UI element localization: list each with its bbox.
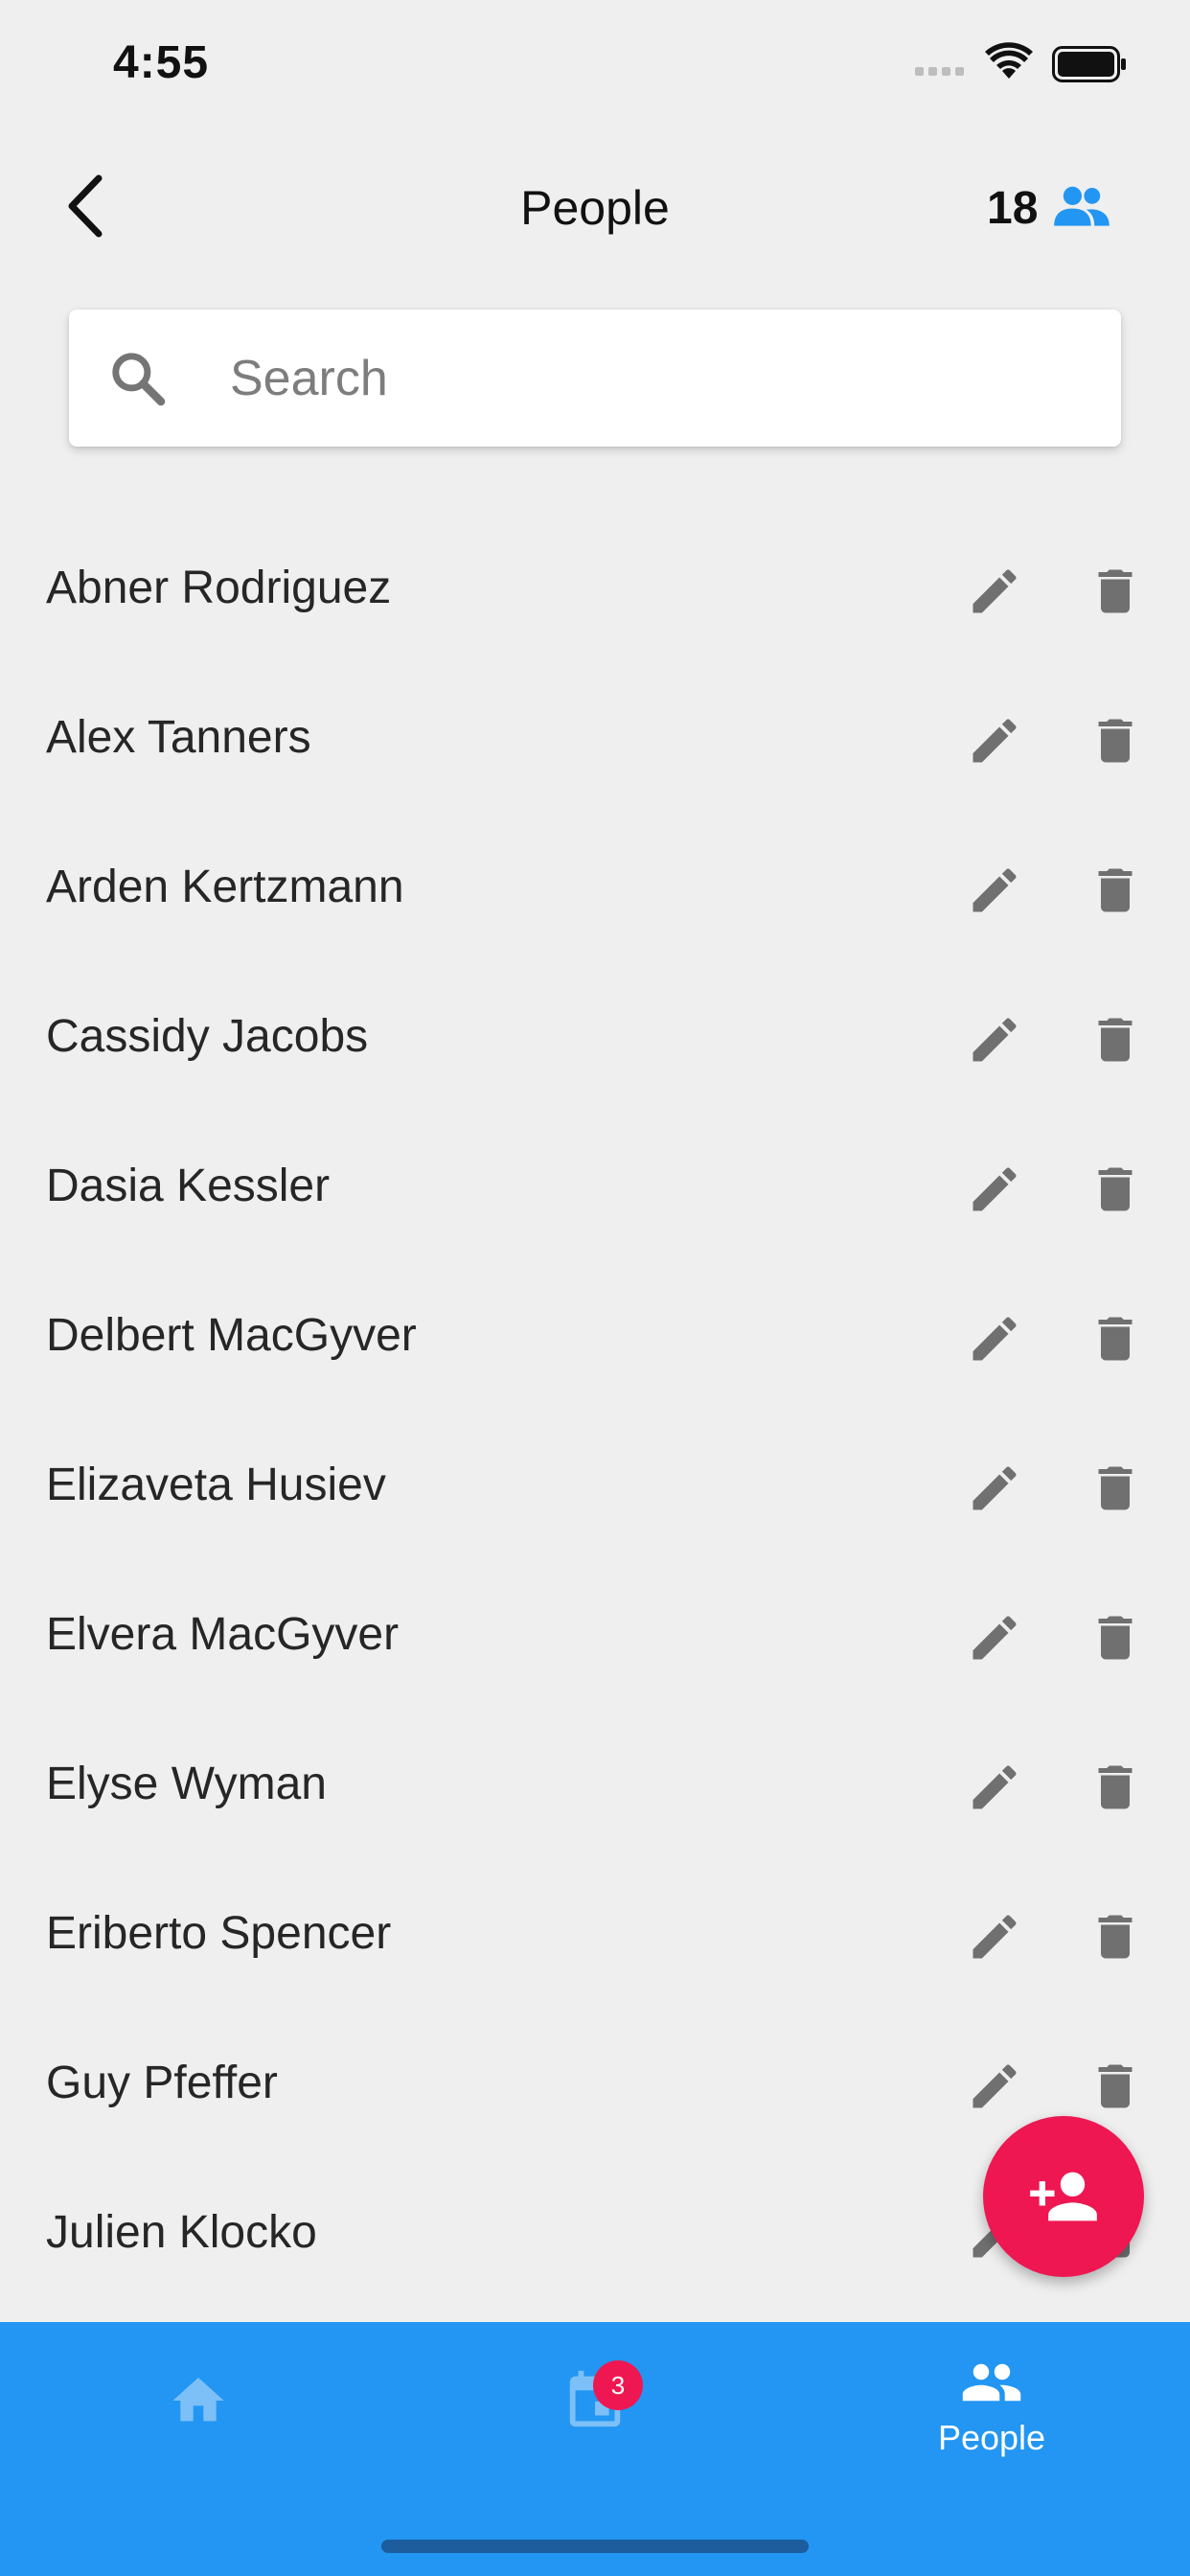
edit-button[interactable] <box>958 1452 1031 1525</box>
cellular-signal-icon <box>915 67 964 76</box>
pencil-icon <box>973 1167 1017 1211</box>
trash-icon <box>1098 1616 1133 1660</box>
person-name: Elizaveta Husiev <box>46 1460 386 1510</box>
pencil-icon <box>973 1466 1017 1510</box>
edit-button[interactable] <box>958 1003 1031 1076</box>
delete-button[interactable] <box>1079 1751 1152 1824</box>
nav-label-people: People <box>937 2418 1046 2457</box>
person-name: Cassidy Jacobs <box>46 1011 369 1062</box>
trash-icon <box>1098 1466 1133 1510</box>
delete-button[interactable] <box>1079 704 1152 777</box>
trash-icon <box>1098 1915 1133 1959</box>
edit-button[interactable] <box>958 854 1031 927</box>
nav-item-calendar[interactable]: 3 <box>397 2322 793 2495</box>
edit-button[interactable] <box>958 704 1031 777</box>
delete-button[interactable] <box>1079 1900 1152 1973</box>
person-add-icon <box>1030 2172 1097 2221</box>
trash-icon <box>1098 569 1133 613</box>
people-icon <box>962 2363 1021 2402</box>
list-item[interactable]: Dasia Kessler <box>0 1115 1190 1264</box>
list-item[interactable]: Delbert MacGyver <box>0 1264 1190 1414</box>
list-item[interactable]: Eriberto Spencer <box>0 1862 1190 2012</box>
list-item[interactable]: Elizaveta Husiev <box>0 1414 1190 1563</box>
search-bar <box>69 310 1121 447</box>
battery-icon <box>1052 46 1126 82</box>
people-count: 18 <box>987 183 1039 234</box>
trash-icon <box>1098 1317 1133 1361</box>
app-header: People 18 <box>0 153 1190 259</box>
edit-button[interactable] <box>958 2050 1031 2123</box>
wifi-icon <box>985 42 1033 79</box>
person-name: Julien Klocko <box>46 2207 317 2258</box>
nav-item-home[interactable] <box>0 2322 397 2495</box>
bottom-navigation: 3 People <box>0 2322 1190 2576</box>
pencil-icon <box>973 1915 1017 1959</box>
list-item[interactable]: Abner Rodriguez <box>0 517 1190 666</box>
pencil-icon <box>973 1765 1017 1809</box>
edit-button[interactable] <box>958 1900 1031 1973</box>
add-person-button[interactable] <box>983 2116 1144 2277</box>
home-indicator <box>381 2540 809 2553</box>
edit-button[interactable] <box>958 1601 1031 1674</box>
trash-icon <box>1098 1167 1133 1211</box>
pencil-icon <box>973 719 1017 763</box>
delete-button[interactable] <box>1079 1302 1152 1375</box>
delete-button[interactable] <box>1079 1601 1152 1674</box>
search-input[interactable] <box>230 336 1073 421</box>
people-list: Abner Rodriguez Alex Tanners Arden Kertz… <box>0 517 1190 2311</box>
delete-button[interactable] <box>1079 1003 1152 1076</box>
person-name: Eriberto Spencer <box>46 1908 392 1959</box>
pencil-icon <box>973 2064 1017 2108</box>
people-icon <box>1054 186 1110 226</box>
list-item[interactable]: Elyse Wyman <box>0 1713 1190 1862</box>
list-item[interactable]: Arden Kertzmann <box>0 816 1190 965</box>
trash-icon <box>1098 719 1133 763</box>
delete-button[interactable] <box>1079 2050 1152 2123</box>
list-item[interactable]: Cassidy Jacobs <box>0 965 1190 1115</box>
person-name: Alex Tanners <box>46 712 311 763</box>
edit-button[interactable] <box>958 555 1031 628</box>
person-name: Delbert MacGyver <box>46 1310 417 1361</box>
edit-button[interactable] <box>958 1153 1031 1226</box>
edit-button[interactable] <box>958 1302 1031 1375</box>
pencil-icon <box>973 1018 1017 1062</box>
delete-button[interactable] <box>1079 854 1152 927</box>
pencil-icon <box>973 1616 1017 1660</box>
person-name: Guy Pfeffer <box>46 2058 278 2108</box>
list-item[interactable]: Alex Tanners <box>0 666 1190 816</box>
pencil-icon <box>973 1317 1017 1361</box>
trash-icon <box>1098 2064 1133 2108</box>
person-name: Elvera MacGyver <box>46 1609 400 1660</box>
pencil-icon <box>973 569 1017 613</box>
delete-button[interactable] <box>1079 1452 1152 1525</box>
edit-button[interactable] <box>958 1751 1031 1824</box>
pencil-icon <box>973 868 1017 912</box>
home-icon <box>172 2378 224 2422</box>
nav-item-people[interactable]: People <box>793 2322 1190 2495</box>
status-bar: 4:55 <box>0 0 1190 134</box>
person-name: Elyse Wyman <box>46 1759 327 1809</box>
list-item[interactable]: Elvera MacGyver <box>0 1563 1190 1713</box>
trash-icon <box>1098 1018 1133 1062</box>
person-name: Dasia Kessler <box>46 1161 331 1211</box>
trash-icon <box>1098 1765 1133 1809</box>
status-time: 4:55 <box>113 37 210 88</box>
notification-badge: 3 <box>593 2360 643 2410</box>
delete-button[interactable] <box>1079 1153 1152 1226</box>
search-icon <box>112 353 166 406</box>
person-name: Arden Kertzmann <box>46 862 404 912</box>
delete-button[interactable] <box>1079 555 1152 628</box>
trash-icon <box>1098 868 1133 912</box>
person-name: Abner Rodriguez <box>46 563 392 613</box>
